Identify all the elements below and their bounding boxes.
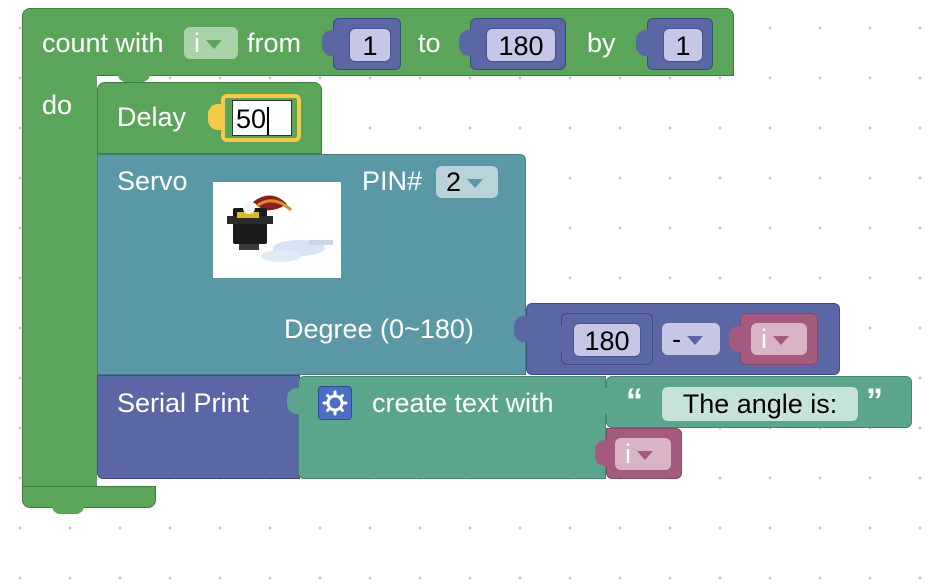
count-with-label: count with xyxy=(42,28,164,58)
math-operator-value: - xyxy=(672,324,681,354)
text-var-puzzle-tab xyxy=(595,440,609,466)
from-puzzle-tab xyxy=(322,30,336,56)
delay-puzzle-tab xyxy=(208,104,222,130)
math-puzzle-tab xyxy=(514,316,528,342)
text-var-name: i xyxy=(625,439,631,469)
delay-label: Delay xyxy=(117,102,187,132)
serial-print-label: Serial Print xyxy=(117,388,250,418)
pin-value: 2 xyxy=(446,167,462,197)
degree-label: Degree (0~180) xyxy=(284,314,474,344)
text-literal-puzzle-tab xyxy=(595,388,609,414)
chevron-down-icon xyxy=(687,336,703,346)
servo-label: Servo xyxy=(117,166,188,196)
gear-icon[interactable] xyxy=(318,386,352,420)
math-right-puzzle-tab xyxy=(729,326,743,352)
math-left-puzzle-tab xyxy=(550,326,564,352)
text-cursor xyxy=(267,106,270,135)
create-text-puzzle-tab xyxy=(287,388,301,414)
math-operator-dropdown[interactable]: - xyxy=(662,323,720,355)
gear-icon-svg xyxy=(322,390,348,416)
close-quote-icon: ” xyxy=(866,382,883,420)
by-value-field[interactable]: 1 xyxy=(663,28,703,62)
chevron-down-icon xyxy=(637,451,653,461)
chevron-down-icon xyxy=(467,179,484,189)
servo-motor-image xyxy=(213,182,341,278)
by-puzzle-tab xyxy=(636,30,650,56)
chevron-down-icon xyxy=(206,40,222,50)
from-label: from xyxy=(247,28,301,58)
text-var-dropdown[interactable]: i xyxy=(615,438,671,470)
loop-var-dropdown[interactable]: i xyxy=(184,27,238,59)
math-left-value-field[interactable]: 180 xyxy=(573,323,641,357)
count-loop-block-body xyxy=(22,74,97,494)
open-quote-icon: “ xyxy=(626,382,643,420)
delay-input-value: 50 xyxy=(236,104,267,134)
chevron-down-icon xyxy=(773,336,789,346)
do-label: do xyxy=(42,90,73,120)
loop-bottom-notch xyxy=(52,506,84,514)
servo-motor-icon xyxy=(227,195,333,262)
loop-inner-notch xyxy=(118,74,150,82)
pin-dropdown[interactable]: 2 xyxy=(436,166,498,198)
to-puzzle-tab xyxy=(459,30,473,56)
delay-input[interactable]: 50 xyxy=(232,100,292,136)
pin-label: PIN# xyxy=(362,166,423,196)
math-right-var-name: i xyxy=(761,324,767,354)
from-value-field[interactable]: 1 xyxy=(349,28,391,62)
create-text-label: create text with xyxy=(372,388,554,418)
count-loop-block-footer xyxy=(22,486,156,508)
loop-var-name: i xyxy=(194,28,200,58)
to-label: to xyxy=(418,28,441,58)
by-label: by xyxy=(587,28,616,58)
to-value-field[interactable]: 180 xyxy=(486,28,556,62)
math-right-var-dropdown[interactable]: i xyxy=(751,323,807,355)
text-literal-field[interactable]: The angle is: xyxy=(662,387,858,421)
